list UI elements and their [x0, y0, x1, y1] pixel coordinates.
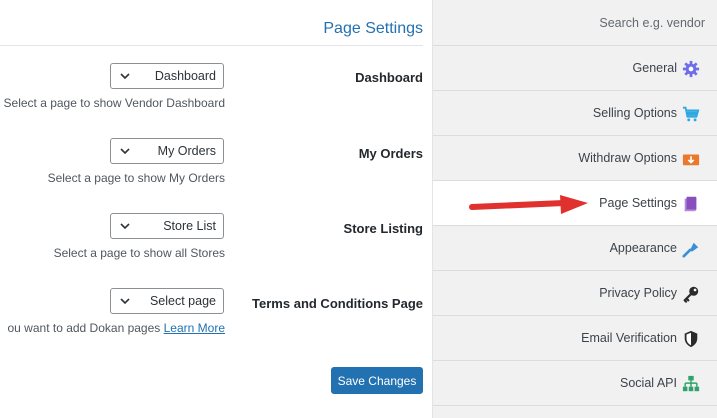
chevron-down-icon: [120, 73, 130, 80]
store-listing-page-select[interactable]: Store List: [110, 213, 224, 239]
search-placeholder: Search e.g. vendor: [599, 16, 705, 30]
sidebar-item-email-verification[interactable]: Email Verification: [433, 316, 717, 361]
chevron-down-icon: [120, 298, 130, 305]
title-divider: [0, 45, 423, 46]
sidebar-item-selling-options[interactable]: Selling Options: [433, 91, 717, 136]
terms-description: ou want to add Dokan pages Learn More: [8, 321, 226, 335]
settings-search[interactable]: Search e.g. vendor: [433, 0, 717, 46]
terms-page-label: Terms and Conditions Page: [252, 296, 423, 311]
sidebar-item-label: Appearance: [609, 241, 677, 255]
cart-icon: [682, 106, 700, 122]
store-listing-description: Select a page to show all Stores: [53, 246, 225, 260]
chevron-down-icon: [120, 148, 130, 155]
store-listing-select-value: Store List: [163, 219, 216, 233]
key-icon: [683, 286, 699, 303]
my-orders-select-value: My Orders: [157, 144, 216, 158]
sidebar-item-general[interactable]: General: [433, 46, 717, 91]
terms-select-value: Select page: [149, 294, 216, 308]
page-icon: [684, 196, 697, 212]
sidebar-item-social-api[interactable]: Social API: [433, 361, 717, 406]
dashboard-select-value: Dashboard: [154, 69, 216, 83]
sidebar-item-label: Withdraw Options: [578, 151, 677, 165]
dashboard-page-select[interactable]: Dashboard: [110, 63, 224, 89]
appearance-icon: [682, 242, 699, 258]
sitemap-icon: [682, 375, 700, 392]
gear-icon: [682, 60, 700, 78]
chevron-down-icon: [120, 223, 130, 230]
sidebar-item-label: Email Verification: [581, 331, 677, 345]
sidebar-item-label: Selling Options: [592, 106, 677, 120]
shield-icon: [684, 330, 698, 348]
my-orders-description: Select a page to show My Orders: [47, 171, 225, 185]
sidebar-item-appearance[interactable]: Appearance: [433, 226, 717, 271]
withdraw-icon: [682, 154, 700, 166]
dashboard-label: Dashboard: [355, 70, 423, 85]
sidebar-item-label: Page Settings: [599, 196, 677, 210]
dashboard-description: Select a page to show Vendor Dashboard: [3, 96, 225, 110]
terms-description-text: ou want to add Dokan pages: [7, 321, 161, 335]
store-listing-label: Store Listing: [343, 221, 423, 236]
annotation-arrow-icon: [469, 195, 588, 214]
sidebar-item-label: General: [632, 61, 677, 75]
page-title: Page Settings: [323, 20, 423, 37]
my-orders-label: My Orders: [358, 146, 423, 161]
sidebar-item-withdraw-options[interactable]: Withdraw Options: [433, 136, 717, 181]
settings-main-panel: Page Settings Dashboard Dashboard Select…: [0, 0, 432, 418]
learn-more-link[interactable]: Learn More: [164, 321, 225, 335]
terms-page-select[interactable]: Select page: [110, 288, 224, 314]
save-changes-button[interactable]: Save Changes: [331, 367, 423, 394]
sidebar-item-label: Social API: [620, 376, 677, 390]
sidebar-item-privacy-policy[interactable]: Privacy Policy: [433, 271, 717, 316]
my-orders-page-select[interactable]: My Orders: [110, 138, 224, 164]
sidebar-item-label: Privacy Policy: [599, 286, 677, 300]
